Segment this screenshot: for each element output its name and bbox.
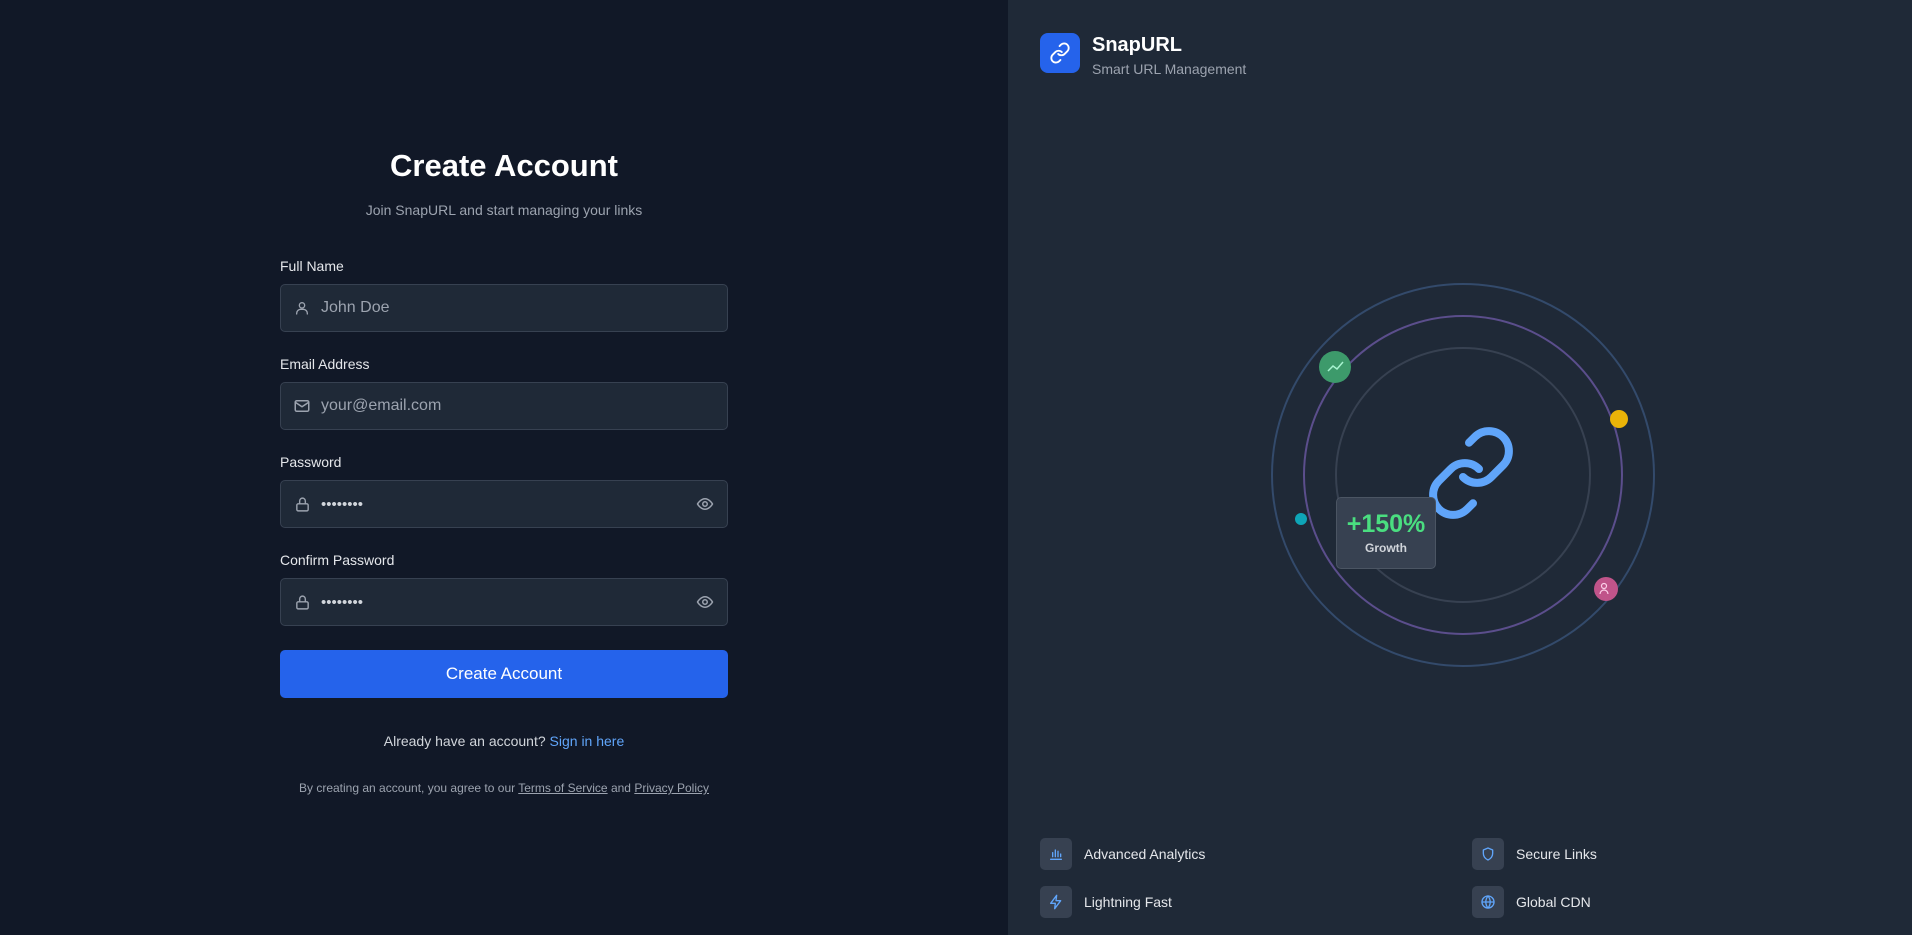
lock-icon — [293, 593, 311, 611]
hero-illustration — [1271, 283, 1655, 667]
signup-form: Create Account Join SnapURL and start ma… — [280, 142, 728, 796]
center-link-icon — [1429, 427, 1513, 519]
email-box[interactable] — [280, 382, 728, 430]
terms-and: and — [610, 781, 631, 795]
full-name-box[interactable] — [280, 284, 728, 332]
terms-notice: By creating an account, you agree to our… — [280, 780, 728, 796]
password-box[interactable]: •••••••• — [280, 480, 728, 528]
confirm-password-field: Confirm Password •••••••• — [280, 550, 728, 626]
feature-label: Secure Links — [1516, 846, 1597, 862]
page-title: Create Account — [390, 148, 618, 183]
growth-value: +150% — [1346, 510, 1426, 538]
lightning-icon — [1040, 886, 1072, 918]
show-password-icon[interactable] — [695, 494, 715, 514]
create-account-button[interactable]: Create Account — [280, 650, 728, 698]
confirm-password-label: Confirm Password — [280, 552, 395, 568]
feature-global-cdn: Global CDN — [1472, 886, 1591, 918]
feature-label: Advanced Analytics — [1084, 846, 1206, 862]
show-confirm-password-icon[interactable] — [695, 592, 715, 612]
users-orbit-dot — [1594, 577, 1618, 601]
full-name-field: Full Name — [280, 256, 728, 332]
mail-icon — [293, 397, 311, 415]
terms-of-service-link[interactable]: Terms of Service — [518, 781, 607, 795]
terms-prefix: By creating an account, you agree to our — [298, 781, 516, 795]
password-field: Password •••••••• — [280, 452, 728, 528]
confirm-password-box[interactable]: •••••••• — [280, 578, 728, 626]
full-name-label: Full Name — [280, 258, 344, 274]
signin-prompt: Already have an account? — [383, 733, 546, 749]
bar-chart-icon — [1040, 838, 1072, 870]
email-label: Email Address — [280, 356, 370, 372]
promo-panel: SnapURL Smart URL Management +150% Growt… — [1008, 0, 1912, 935]
globe-icon — [1472, 886, 1504, 918]
password-label: Password — [280, 454, 342, 470]
signup-panel: Create Account Join SnapURL and start ma… — [0, 0, 1008, 935]
page-subtitle: Join SnapURL and start managing your lin… — [365, 202, 643, 218]
growth-card: +150% Growth — [1336, 497, 1436, 569]
trend-orbit-dot — [1319, 351, 1351, 383]
signin-prompt-row: Already have an account? Sign in here — [280, 731, 728, 751]
lock-icon — [293, 495, 311, 513]
teal-orbit-dot — [1295, 513, 1307, 525]
confirm-password-input[interactable]: •••••••• — [321, 594, 695, 611]
feature-label: Global CDN — [1516, 894, 1591, 910]
growth-label: Growth — [1365, 541, 1407, 555]
password-input[interactable]: •••••••• — [321, 496, 695, 513]
full-name-input[interactable] — [321, 288, 715, 328]
feature-lightning-fast: Lightning Fast — [1040, 886, 1172, 918]
privacy-policy-link[interactable]: Privacy Policy — [634, 781, 709, 795]
shield-icon — [1472, 838, 1504, 870]
feature-advanced-analytics: Advanced Analytics — [1040, 838, 1205, 870]
yellow-orbit-dot — [1610, 410, 1628, 428]
email-field: Email Address — [280, 354, 728, 430]
email-input[interactable] — [321, 386, 715, 426]
feature-label: Lightning Fast — [1084, 894, 1172, 910]
signin-link[interactable]: Sign in here — [550, 733, 625, 749]
feature-secure-links: Secure Links — [1472, 838, 1597, 870]
user-icon — [293, 299, 311, 317]
